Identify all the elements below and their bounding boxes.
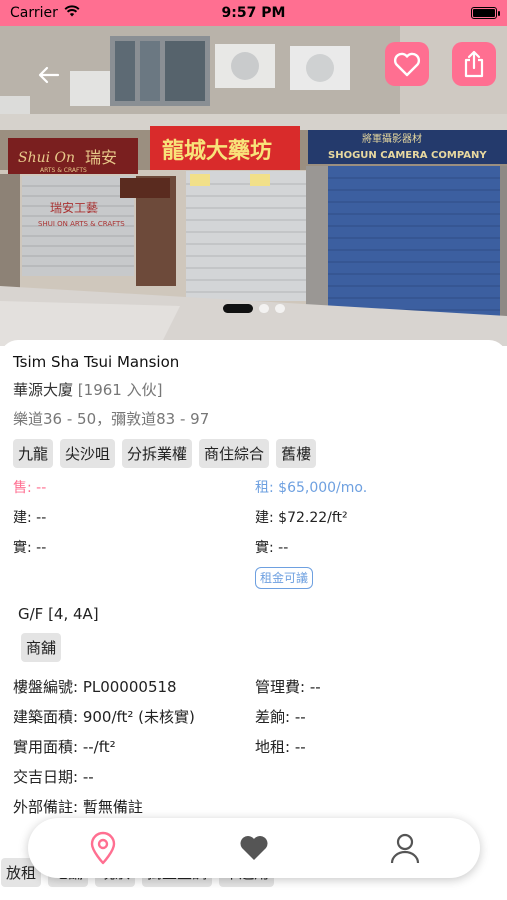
- photo-carousel[interactable]: Shui On 瑞安 ARTS & CRAFTS 龍城大藥坊 將軍攝影器材 SH…: [0, 26, 507, 346]
- property-detail-sheet: Tsim Sha Tsui Mansion 華源大廈 [1961 入伙] 樂道3…: [0, 340, 507, 900]
- person-icon: [390, 833, 419, 864]
- net-area: 實用面積: --/ft²: [13, 738, 116, 756]
- back-button[interactable]: [30, 56, 68, 94]
- back-arrow-icon: [38, 66, 60, 84]
- carousel-dot-active: [222, 304, 253, 313]
- tab-favorites[interactable]: [224, 823, 284, 873]
- bottom-tab-bar: [28, 818, 480, 878]
- carrier-group: Carrier: [10, 5, 80, 21]
- svg-text:SHUI ON ARTS & CRAFTS: SHUI ON ARTS & CRAFTS: [38, 220, 125, 228]
- rent-gross-unit-price: 建: $72.22/ft²: [255, 510, 348, 526]
- share-icon: [464, 50, 484, 78]
- svg-text:ARTS & CRAFTS: ARTS & CRAFTS: [40, 167, 87, 174]
- ground-rent: 地租: --: [255, 738, 306, 756]
- property-year: [1961 入伙]: [77, 381, 163, 399]
- status-bar: Carrier 9:57 PM: [0, 0, 507, 26]
- svg-text:瑞安: 瑞安: [85, 148, 117, 167]
- tag-building-age: 舊樓: [276, 439, 317, 468]
- carousel-dot: [258, 304, 269, 313]
- unit-usage-tag: 商舖: [21, 633, 62, 662]
- tab-profile[interactable]: [375, 823, 435, 873]
- svg-text:龍城大藥坊: 龍城大藥坊: [162, 138, 272, 164]
- rent-price: 租: $65,000/mo.: [255, 480, 368, 496]
- carrier-label: Carrier: [10, 5, 58, 21]
- handover-date: 交吉日期: --: [13, 768, 94, 786]
- details-grid: 樓盤編號: PL00000518 管理費: -- 建築面積: 900/ft² (…: [13, 676, 493, 818]
- sale-gross-unit-price: 建: --: [13, 510, 47, 526]
- rates: 差餉: --: [255, 708, 306, 726]
- svg-text:Shui On: Shui On: [18, 150, 75, 166]
- property-name-en: Tsim Sha Tsui Mansion: [13, 353, 180, 371]
- tab-map[interactable]: [73, 823, 133, 873]
- favorite-button[interactable]: [385, 42, 429, 86]
- tag-ownership: 分拆業權: [122, 439, 193, 468]
- negotiable-cell: 租金可議: [255, 567, 485, 589]
- map-pin-icon: [91, 831, 116, 865]
- svg-text:瑞安工藝: 瑞安工藝: [50, 200, 98, 215]
- svg-text:SHOGUN CAMERA COMPANY: SHOGUN CAMERA COMPANY: [328, 150, 487, 161]
- external-remarks: 外部備註: 暫無備註: [13, 798, 143, 816]
- tag-area: 尖沙咀: [60, 439, 116, 468]
- property-address: 樂道36 - 50，彌敦道83 - 97: [13, 410, 210, 428]
- sale-net-unit-price: 實: --: [13, 540, 47, 556]
- sale-price: 售: --: [13, 480, 47, 496]
- tag-usage: 商住綜合: [199, 439, 270, 468]
- status-time: 9:57 PM: [221, 5, 286, 21]
- property-name-zh: 華源大廈: [13, 381, 74, 399]
- storefront-photo: Shui On 瑞安 ARTS & CRAFTS 龍城大藥坊 將軍攝影器材 SH…: [0, 26, 507, 346]
- management-fee: 管理費: --: [255, 678, 321, 696]
- share-button[interactable]: [452, 42, 496, 86]
- property-tags: 九龍 尖沙咀 分拆業權 商住綜合 舊樓: [13, 439, 493, 468]
- rent-negotiable-badge: 租金可議: [255, 567, 314, 589]
- heart-icon: [240, 836, 268, 860]
- svg-text:將軍攝影器材: 將軍攝影器材: [362, 132, 422, 145]
- listing-number: 樓盤編號: PL00000518: [13, 678, 177, 696]
- tag-district: 九龍: [13, 439, 54, 468]
- heart-outline-icon: [393, 52, 421, 77]
- property-name-zh-row: 華源大廈 [1961 入伙]: [13, 379, 493, 400]
- price-grid: 售: -- 租: $65,000/mo. 建: -- 建: $72.22/ft²…: [13, 477, 493, 589]
- wifi-icon: [64, 5, 80, 21]
- carousel-dot: [274, 304, 285, 313]
- gross-area: 建築面積: 900/ft² (未核實): [13, 708, 195, 726]
- unit-floor: G/F [4, 4A]: [18, 605, 99, 623]
- carousel-indicator: [222, 304, 285, 313]
- rent-net-unit-price: 實: --: [255, 540, 289, 556]
- battery-icon: [471, 7, 500, 19]
- grid-spacer: [255, 766, 485, 788]
- grid-spacer: [13, 567, 255, 589]
